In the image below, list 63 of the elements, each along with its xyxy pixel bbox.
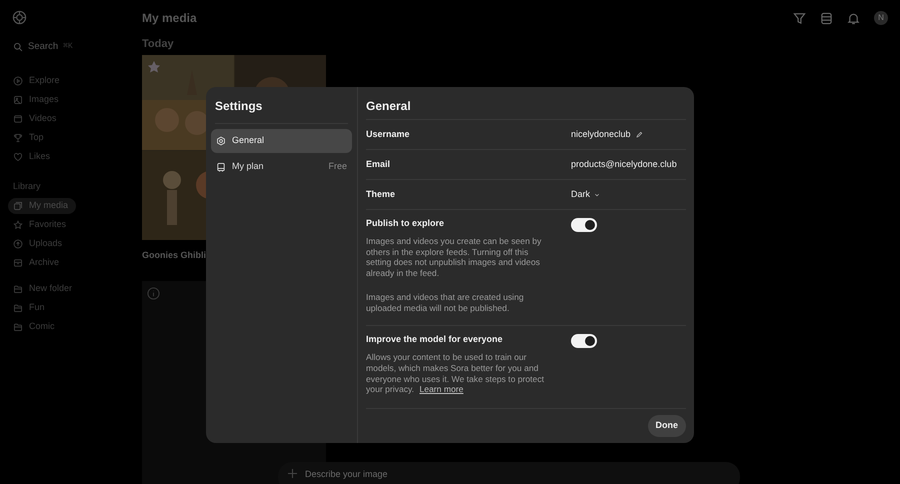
media-icon bbox=[13, 200, 23, 210]
sidebar-item[interactable]: Favorites bbox=[8, 216, 74, 232]
star-icon bbox=[13, 220, 23, 230]
heart-icon bbox=[13, 152, 23, 162]
page-title: My media bbox=[142, 10, 197, 27]
plan-label: Free bbox=[328, 160, 347, 174]
toggle-switch[interactable] bbox=[571, 334, 597, 348]
pencil-icon[interactable] bbox=[636, 131, 643, 138]
section-heading: Today bbox=[142, 37, 175, 52]
done-button[interactable]: Done bbox=[648, 415, 686, 437]
filter-icon[interactable] bbox=[793, 12, 806, 24]
card-title: Goonies Ghibli bbox=[142, 249, 206, 262]
list-icon[interactable] bbox=[820, 12, 833, 24]
prompt-field[interactable]: Describe your image bbox=[278, 462, 740, 484]
explore-icon bbox=[13, 76, 23, 86]
logo-icon[interactable] bbox=[12, 10, 27, 25]
settings-nav-item[interactable]: General bbox=[211, 129, 352, 153]
sidebar-item[interactable]: Fun bbox=[8, 300, 53, 316]
gear-icon bbox=[216, 136, 226, 146]
placeholder-text: Describe your image bbox=[305, 468, 388, 481]
setting-label: Publish to explore bbox=[366, 218, 446, 229]
learn-more-link[interactable]: Learn more bbox=[419, 384, 464, 394]
setting-label: Theme bbox=[366, 189, 396, 200]
search-label: Search bbox=[28, 40, 58, 54]
settings-nav-item[interactable]: My plan Free bbox=[211, 155, 352, 179]
sidebar-item[interactable]: Explore bbox=[8, 73, 68, 89]
sidebar-item[interactable]: Videos bbox=[8, 111, 64, 127]
description-text: Images and videos you create can be seen by others in the explore feeds. Turning off this setting does not unpublish images and videos already in the feed. bbox=[366, 236, 542, 279]
setting-label: Username bbox=[366, 129, 411, 140]
folder-icon bbox=[13, 284, 23, 294]
plan-icon bbox=[216, 162, 226, 172]
panel-title: General bbox=[366, 98, 412, 115]
bell-icon[interactable] bbox=[847, 12, 860, 24]
folder-icon bbox=[13, 302, 23, 312]
toggle-switch[interactable] bbox=[571, 218, 597, 232]
setting-label: Email bbox=[366, 159, 392, 170]
sidebar-item[interactable]: Top bbox=[8, 130, 52, 146]
description-text: Allows your content to be used to train our models, which makes Sora better for you and everyone who uses it. We take steps to protect your privacy. Learn more bbox=[366, 352, 546, 396]
search-icon bbox=[13, 42, 23, 52]
avatar[interactable]: N bbox=[874, 11, 888, 25]
nav-label: General bbox=[232, 134, 264, 148]
sidebar-item[interactable]: Uploads bbox=[8, 236, 70, 252]
setting-label: Improve the model for everyone bbox=[366, 334, 504, 346]
image-icon bbox=[13, 95, 23, 105]
sidebar-item[interactable]: Likes bbox=[8, 149, 58, 165]
plus-icon[interactable] bbox=[288, 469, 297, 478]
chevron-icon bbox=[594, 192, 600, 198]
video-icon bbox=[13, 114, 23, 124]
sidebar-item[interactable]: Comic bbox=[8, 318, 63, 334]
description-text: Images and videos that are created using uploaded media will not be published. bbox=[366, 292, 525, 314]
section-heading: Library bbox=[13, 180, 42, 193]
archive-icon bbox=[13, 258, 23, 268]
trophy-icon bbox=[13, 133, 23, 143]
setting-value: nicelydoneclub bbox=[571, 128, 631, 141]
folder-icon bbox=[13, 322, 23, 332]
nav-label: My plan bbox=[232, 160, 264, 174]
setting-value: products@nicelydone.club bbox=[571, 158, 677, 171]
dialog-title: Settings bbox=[215, 98, 264, 115]
sidebar-item[interactable]: Archive bbox=[8, 254, 68, 270]
upload-icon bbox=[13, 238, 23, 248]
sidebar-item[interactable]: New folder bbox=[8, 280, 80, 296]
sidebar-item[interactable]: Images bbox=[8, 92, 67, 108]
theme-dropdown[interactable]: Dark bbox=[571, 188, 600, 202]
